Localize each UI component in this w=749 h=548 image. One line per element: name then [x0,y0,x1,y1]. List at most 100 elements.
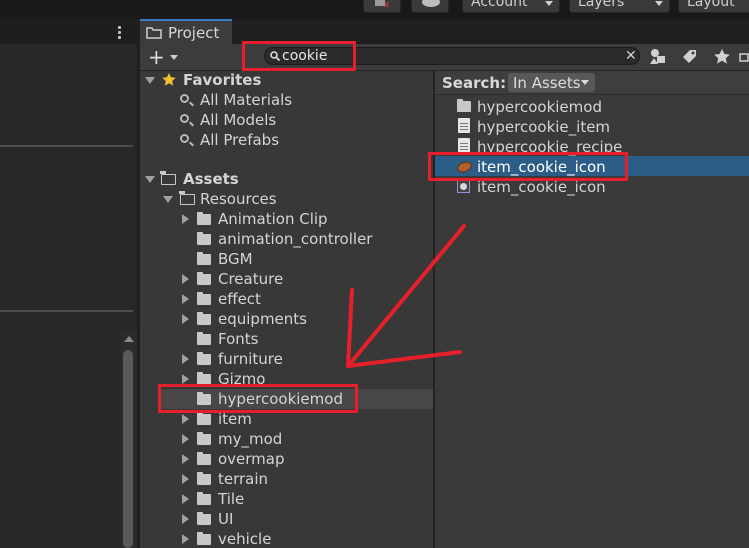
folder-icon [197,432,211,445]
account-label: Account [471,0,528,10]
folder-icon [146,27,162,39]
folder-icon [197,232,211,245]
expand-arrow-icon[interactable] [182,214,189,224]
folder-icon [197,332,211,345]
expand-arrow-icon[interactable] [182,434,189,444]
expand-arrow-icon[interactable] [182,514,189,524]
expand-arrow-icon[interactable] [182,454,189,464]
scroll-up-icon[interactable] [124,336,134,342]
result-item[interactable]: hypercookiemod [477,98,602,116]
script-file-icon [458,138,470,153]
tab-project[interactable]: Project [140,19,232,44]
divider [0,145,133,147]
folder-icon [197,492,211,505]
expand-arrow-icon[interactable] [182,474,189,484]
star-icon [162,73,176,86]
chevron-down-icon [655,1,663,6]
annotation-box-result [428,152,628,181]
layout-dropdown[interactable]: Layout [678,0,749,13]
annotation-arrow [346,224,466,368]
left-scrollbar[interactable] [121,330,137,548]
folder-icon [197,472,211,485]
search-by-label-icon[interactable] [680,47,700,67]
layers-dropdown[interactable]: Layers [569,0,670,13]
folder-icon [457,99,471,112]
expand-arrow-icon[interactable] [182,274,189,284]
cloud-icon [422,0,440,7]
annotation-box-search [242,41,356,71]
tree-folder-item[interactable]: Tile [218,490,244,508]
sprite-icon [457,180,470,193]
folder-open-icon [160,171,176,185]
expand-arrow-icon[interactable] [182,494,189,504]
folder-open-icon [179,191,195,205]
collapse-arrow-icon[interactable] [163,196,173,203]
close-icon[interactable]: ✕ [625,49,637,63]
tree-folder-item[interactable]: overmap [218,450,285,468]
favorite-item[interactable]: All Prefabs [200,131,279,149]
result-item[interactable]: hypercookie_item [477,118,610,136]
eye-icon[interactable] [738,47,749,67]
tree-folder-item[interactable]: UI [218,510,233,528]
cloud-error-icon: x [375,0,390,8]
tree-folder-item[interactable]: furniture [218,350,283,368]
layers-label: Layers [578,0,625,10]
top-toolbar: x Account Layers Layout [0,0,749,19]
create-button[interactable]: + [148,46,165,68]
tree-folder-item[interactable]: Fonts [218,330,258,348]
panel-menu-icon[interactable] [118,26,121,41]
resources-label[interactable]: Resources [200,190,277,208]
tree-folder-item[interactable]: BGM [218,250,253,268]
folder-icon [197,532,211,545]
left-panel-tabbar [0,19,137,44]
expand-arrow-icon[interactable] [182,414,189,424]
folder-icon [197,272,211,285]
folder-icon [197,292,211,305]
tree-folder-item[interactable]: vehicle [218,530,271,548]
collab-button[interactable]: x [363,0,401,13]
chevron-down-icon [545,1,553,6]
left-panel [0,19,137,548]
star-icon[interactable] [712,47,732,67]
tree-folder-item[interactable]: my_mod [218,430,282,448]
annotation-box-folder [158,384,358,413]
favorite-item[interactable]: All Models [200,111,276,129]
chevron-down-icon [581,80,589,85]
collapse-arrow-icon[interactable] [145,176,155,183]
search-icon [180,94,189,103]
tree-folder-item[interactable]: effect [218,290,261,308]
search-by-type-icon[interactable] [648,47,668,67]
search-icon [180,114,189,123]
account-dropdown[interactable]: Account [462,0,560,13]
folder-icon [197,352,211,365]
script-file-icon [458,118,470,133]
folder-icon [197,512,211,525]
folder-icon [197,252,211,265]
search-icon [180,134,189,143]
tree-folder-item[interactable]: Creature [218,270,283,288]
assets-label[interactable]: Assets [183,170,239,188]
folder-icon [197,452,211,465]
favorites-label[interactable]: Favorites [183,71,261,89]
svg-text:x: x [384,0,390,8]
expand-arrow-icon[interactable] [182,534,189,544]
expand-arrow-icon[interactable] [182,294,189,304]
tree-folder-item[interactable]: equipments [218,310,307,328]
collapse-arrow-icon[interactable] [145,77,155,84]
tree-folder-item[interactable]: Animation Clip [218,210,328,228]
folder-icon [197,312,211,325]
folder-icon [197,412,211,425]
folder-icon [197,212,211,225]
cloud-button[interactable] [411,0,449,13]
scrollbar-thumb[interactable] [123,350,133,548]
expand-arrow-icon[interactable] [182,374,189,384]
favorite-item[interactable]: All Materials [200,91,292,109]
layout-label: Layout [687,0,735,10]
chevron-down-icon[interactable] [170,55,178,60]
expand-arrow-icon[interactable] [182,314,189,324]
search-scope-label: In Assets [513,74,581,92]
search-label: Search: [442,74,507,92]
expand-arrow-icon[interactable] [182,354,189,364]
tree-folder-item[interactable]: terrain [218,470,268,488]
tab-project-label: Project [168,24,220,42]
